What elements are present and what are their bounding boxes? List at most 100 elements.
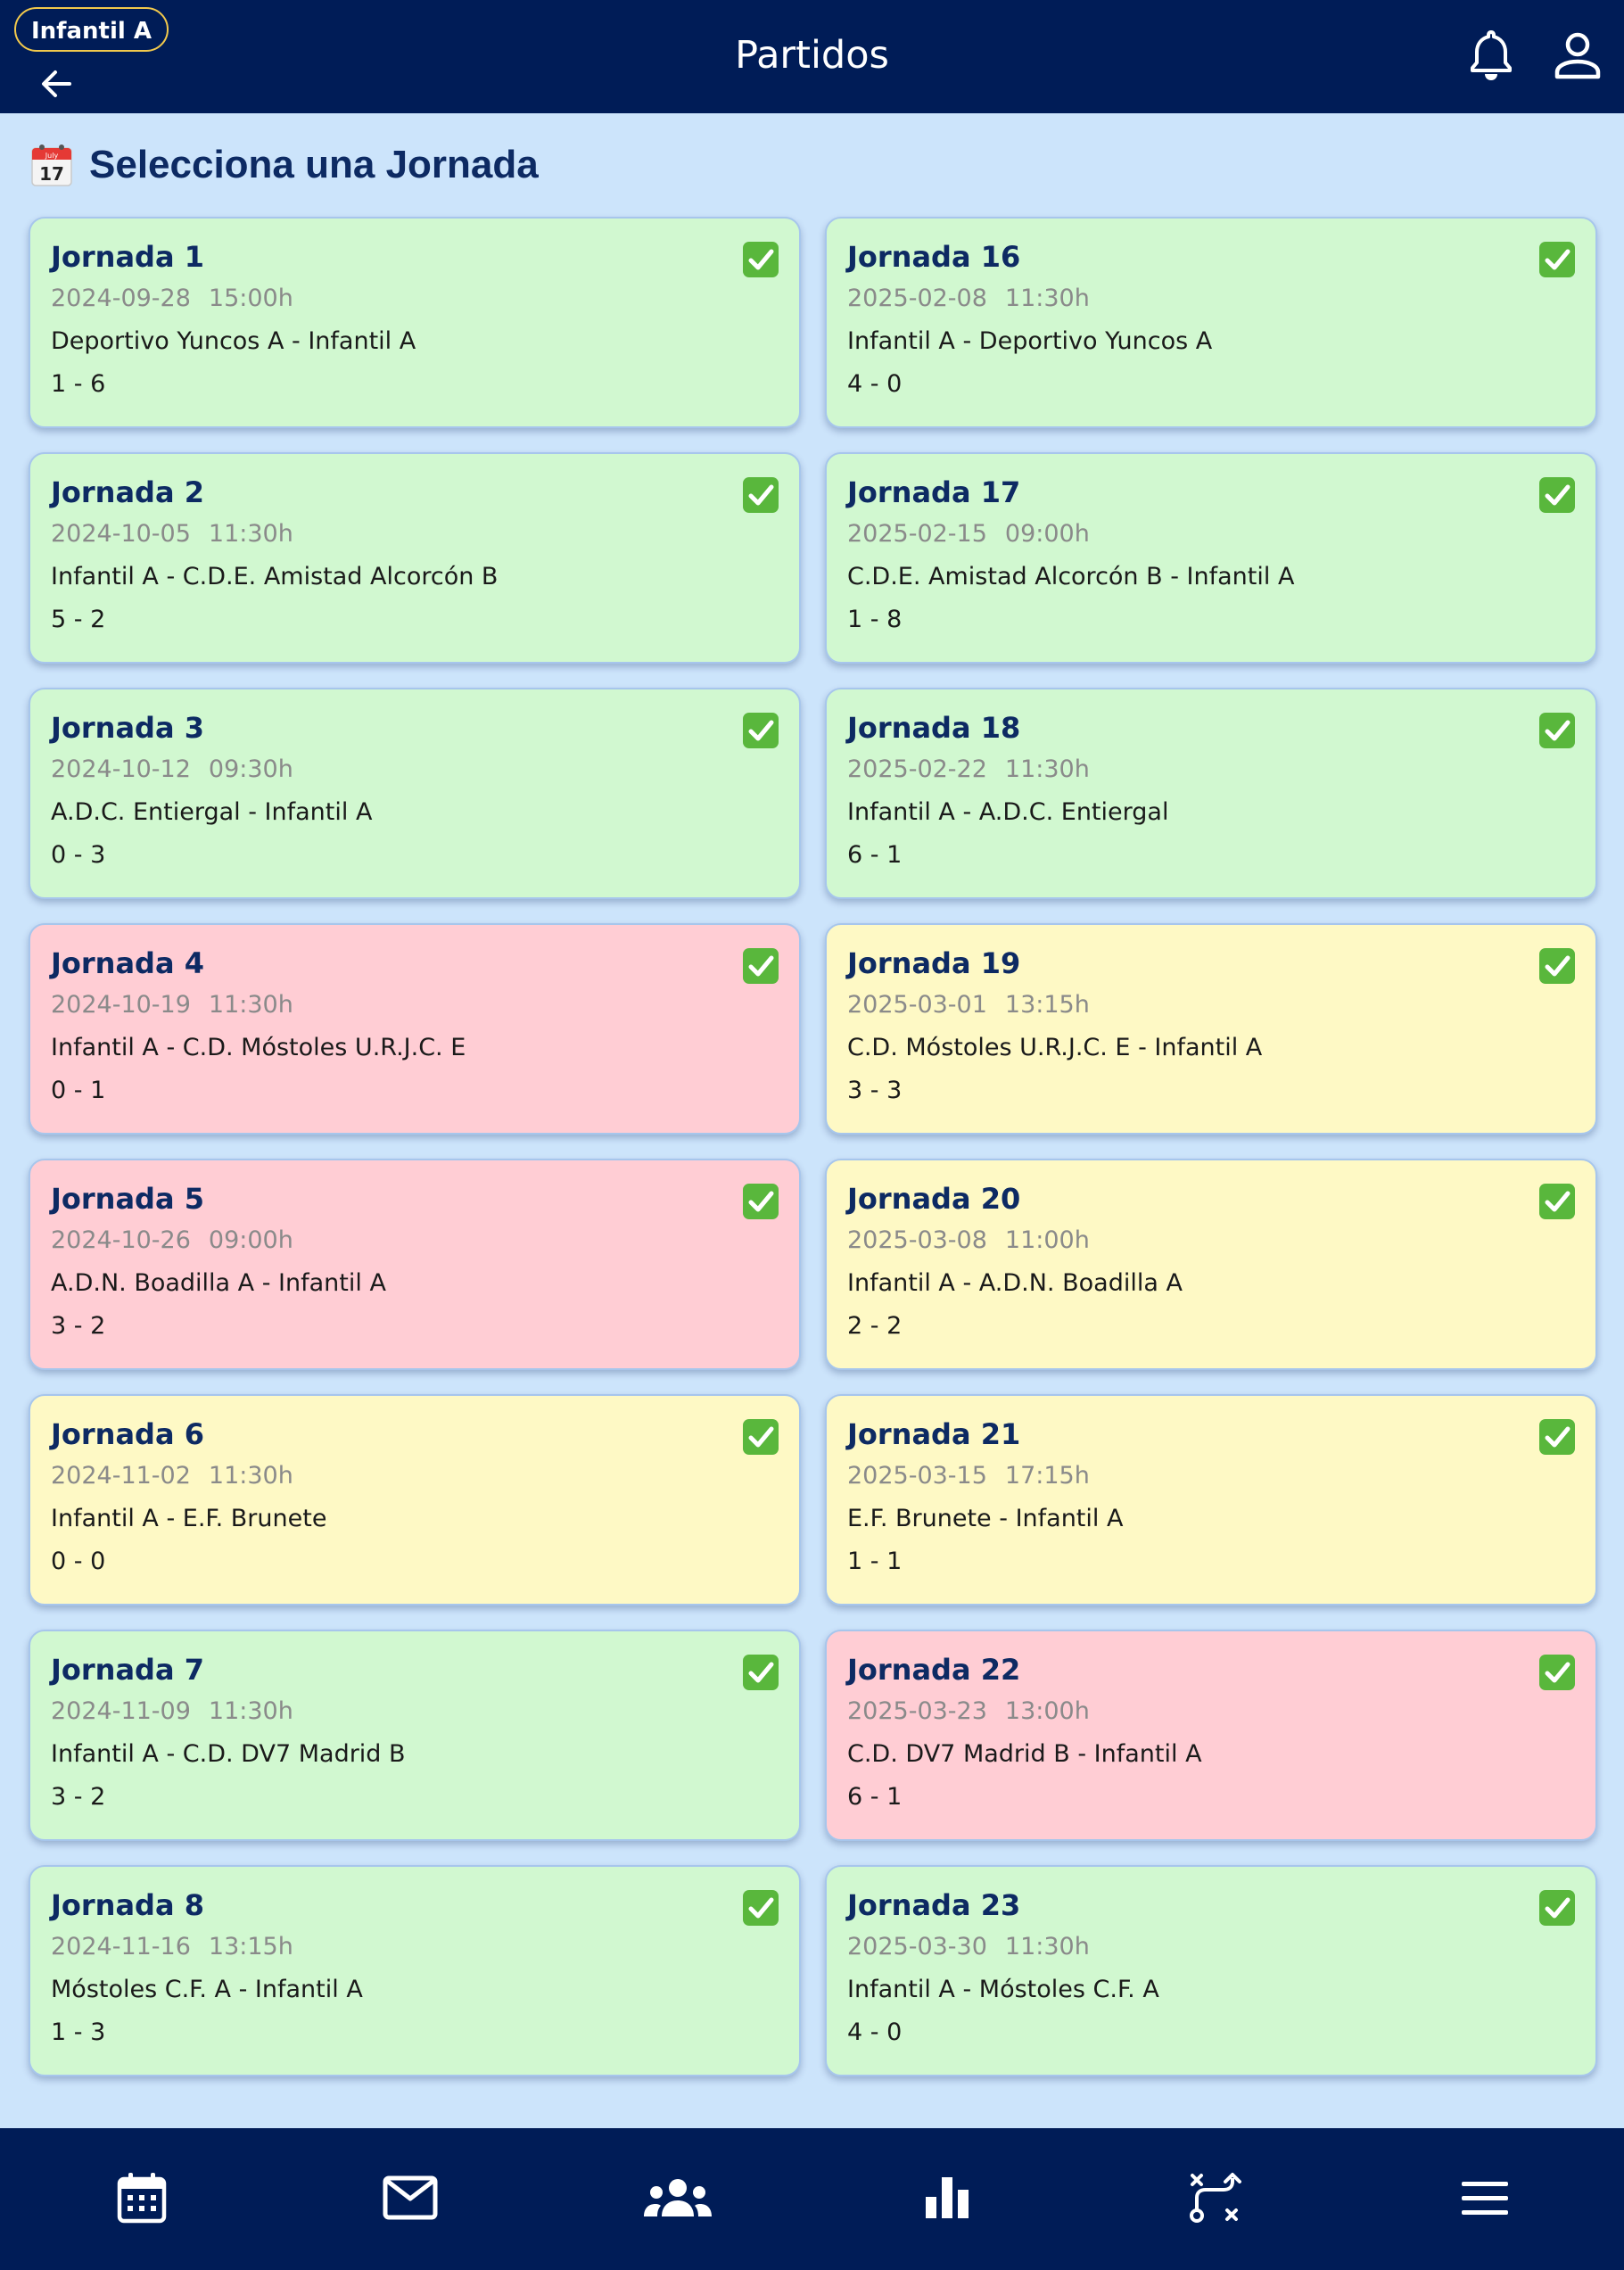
jornada-score: 2 - 2 — [847, 1312, 903, 1340]
jornada-card[interactable]: Jornada 6 2024-11-02 11:30h Infantil A - E.… — [29, 1394, 801, 1606]
jornada-card[interactable]: Jornada 21 2025-03-15 17:15h E.F. Brunete -… — [825, 1394, 1597, 1606]
jornada-match: A.D.C. Entiergal - Infantil A — [51, 798, 373, 826]
jornada-card[interactable]: Jornada 2 2024-10-05 11:30h Infantil A - C.… — [29, 452, 801, 664]
jornada-match: Infantil A - C.D. Móstoles U.R.J.C. E — [51, 1034, 466, 1061]
jornada-match: Deportivo Yuncos A - Infantil A — [51, 327, 416, 355]
team-icon[interactable] — [642, 2162, 713, 2233]
jornada-time: 11:30h — [208, 1697, 293, 1725]
jornada-card[interactable]: Jornada 4 2024-10-19 11:30h Infantil A - C.… — [29, 923, 801, 1135]
check-icon — [743, 713, 779, 748]
calendar-emoji-icon: July 17 — [30, 143, 73, 187]
jornada-time: 11:30h — [208, 991, 293, 1019]
jornada-match: A.D.N. Boadilla A - Infantil A — [51, 1269, 386, 1297]
jornada-date: 2024-10-12 — [51, 755, 191, 783]
jornada-match: Infantil A - E.F. Brunete — [51, 1505, 327, 1532]
jornada-title: Jornada 8 — [51, 1888, 204, 1922]
jornada-score: 1 - 6 — [51, 370, 106, 398]
jornada-match: C.D.E. Amistad Alcorcón B - Infantil A — [847, 563, 1295, 590]
jornada-date: 2024-09-28 — [51, 285, 191, 312]
check-icon — [1539, 1655, 1575, 1690]
jornada-date: 2024-11-02 — [51, 1462, 191, 1490]
jornada-title: Jornada 6 — [51, 1417, 204, 1451]
jornada-datetime: 2024-10-19 11:30h — [51, 984, 799, 1027]
jornada-date: 2025-03-08 — [847, 1226, 987, 1254]
check-icon — [743, 242, 779, 277]
check-icon — [1539, 1184, 1575, 1219]
jornada-card[interactable]: Jornada 8 2024-11-16 13:15h Móstoles C.F. A… — [29, 1865, 801, 2076]
jornada-card[interactable]: Jornada 3 2024-10-12 09:30h A.D.C. Entierga… — [29, 688, 801, 899]
jornada-card[interactable]: Jornada 17 2025-02-15 09:00h C.D.E. Amistad… — [825, 452, 1597, 664]
jornada-match: Infantil A - A.D.N. Boadilla A — [847, 1269, 1183, 1297]
check-icon — [743, 1655, 779, 1690]
jornada-card[interactable]: Jornada 19 2025-03-01 13:15h C.D. Móstoles … — [825, 923, 1597, 1135]
jornada-time: 11:30h — [208, 520, 293, 548]
jornada-card[interactable]: Jornada 22 2025-03-23 13:00h C.D. DV7 Madri… — [825, 1630, 1597, 1841]
jornada-date: 2024-11-16 — [51, 1933, 191, 1960]
jornada-title: Jornada 16 — [847, 240, 1021, 274]
jornada-score: 0 - 3 — [51, 841, 106, 869]
jornada-match: Infantil A - C.D. DV7 Madrid B — [51, 1740, 406, 1768]
jornada-title: Jornada 3 — [51, 711, 204, 745]
check-icon — [1539, 1890, 1575, 1926]
check-icon — [743, 477, 779, 513]
jornada-score: 1 - 1 — [847, 1548, 903, 1575]
jornada-match: Infantil A - C.D.E. Amistad Alcorcón B — [51, 563, 499, 590]
jornada-datetime: 2025-03-23 13:00h — [847, 1690, 1595, 1733]
jornada-time: 09:00h — [208, 1226, 293, 1254]
check-icon — [743, 1184, 779, 1219]
jornada-time: 17:15h — [1004, 1462, 1090, 1490]
jornada-card[interactable]: Jornada 16 2025-02-08 11:30h Infantil A - D… — [825, 217, 1597, 428]
jornada-score: 1 - 3 — [51, 2018, 106, 2046]
check-icon — [1539, 242, 1575, 277]
jornada-title: Jornada 18 — [847, 711, 1021, 745]
jornada-score: 0 - 0 — [51, 1548, 106, 1575]
user-icon[interactable] — [1549, 27, 1606, 84]
jornada-title: Jornada 4 — [51, 946, 204, 980]
jornada-datetime: 2025-02-15 09:00h — [847, 513, 1595, 556]
jornada-time: 13:15h — [208, 1933, 293, 1960]
check-icon — [1539, 1419, 1575, 1455]
check-icon — [743, 1419, 779, 1455]
jornada-datetime: 2025-03-01 13:15h — [847, 984, 1595, 1027]
jornada-title: Jornada 5 — [51, 1182, 204, 1216]
jornada-card[interactable]: Jornada 18 2025-02-22 11:30h Infantil A - A… — [825, 688, 1597, 899]
jornada-datetime: 2025-02-22 11:30h — [847, 748, 1595, 791]
jornada-title: Jornada 20 — [847, 1182, 1021, 1216]
jornada-datetime: 2025-03-15 17:15h — [847, 1455, 1595, 1498]
jornada-time: 11:30h — [1004, 755, 1090, 783]
bell-icon[interactable] — [1463, 27, 1520, 84]
svg-text:17: 17 — [39, 163, 64, 185]
top-app-bar: Infantil A Partidos — [0, 0, 1624, 113]
tactics-icon[interactable] — [1179, 2162, 1250, 2233]
mail-icon[interactable] — [375, 2162, 446, 2233]
jornada-datetime: 2025-03-08 11:00h — [847, 1219, 1595, 1262]
jornada-card[interactable]: Jornada 5 2024-10-26 09:00h A.D.N. Boadilla… — [29, 1159, 801, 1370]
jornada-title: Jornada 7 — [51, 1653, 204, 1687]
jornada-datetime: 2024-11-02 11:30h — [51, 1455, 799, 1498]
jornada-date: 2024-10-05 — [51, 520, 191, 548]
jornada-title: Jornada 17 — [847, 475, 1021, 509]
jornada-match: C.D. Móstoles U.R.J.C. E - Infantil A — [847, 1034, 1263, 1061]
jornada-card[interactable]: Jornada 23 2025-03-30 11:30h Infantil A - M… — [825, 1865, 1597, 2076]
jornada-title: Jornada 2 — [51, 475, 204, 509]
svg-text:July: July — [45, 152, 59, 160]
calendar-icon[interactable] — [106, 2162, 177, 2233]
check-icon — [1539, 477, 1575, 513]
jornada-time: 13:15h — [1004, 991, 1090, 1019]
jornada-title: Jornada 22 — [847, 1653, 1021, 1687]
jornada-datetime: 2024-10-12 09:30h — [51, 748, 799, 791]
jornada-card[interactable]: Jornada 7 2024-11-09 11:30h Infantil A - C.… — [29, 1630, 801, 1841]
bottom-nav — [0, 2128, 1624, 2270]
jornada-title: Jornada 19 — [847, 946, 1021, 980]
stats-icon[interactable] — [911, 2162, 983, 2233]
jornada-match: C.D. DV7 Madrid B - Infantil A — [847, 1740, 1202, 1768]
jornada-card[interactable]: Jornada 20 2025-03-08 11:00h Infantil A - A… — [825, 1159, 1597, 1370]
jornada-match: Móstoles C.F. A - Infantil A — [51, 1976, 363, 2003]
section-title: Selecciona una Jornada — [89, 143, 539, 186]
menu-icon[interactable] — [1449, 2162, 1521, 2233]
jornada-datetime: 2025-02-08 11:30h — [847, 277, 1595, 320]
jornada-date: 2025-02-08 — [847, 285, 987, 312]
check-icon — [743, 1890, 779, 1926]
jornada-title: Jornada 1 — [51, 240, 204, 274]
jornada-card[interactable]: Jornada 1 2024-09-28 15:00h Deportivo Yunco… — [29, 217, 801, 428]
